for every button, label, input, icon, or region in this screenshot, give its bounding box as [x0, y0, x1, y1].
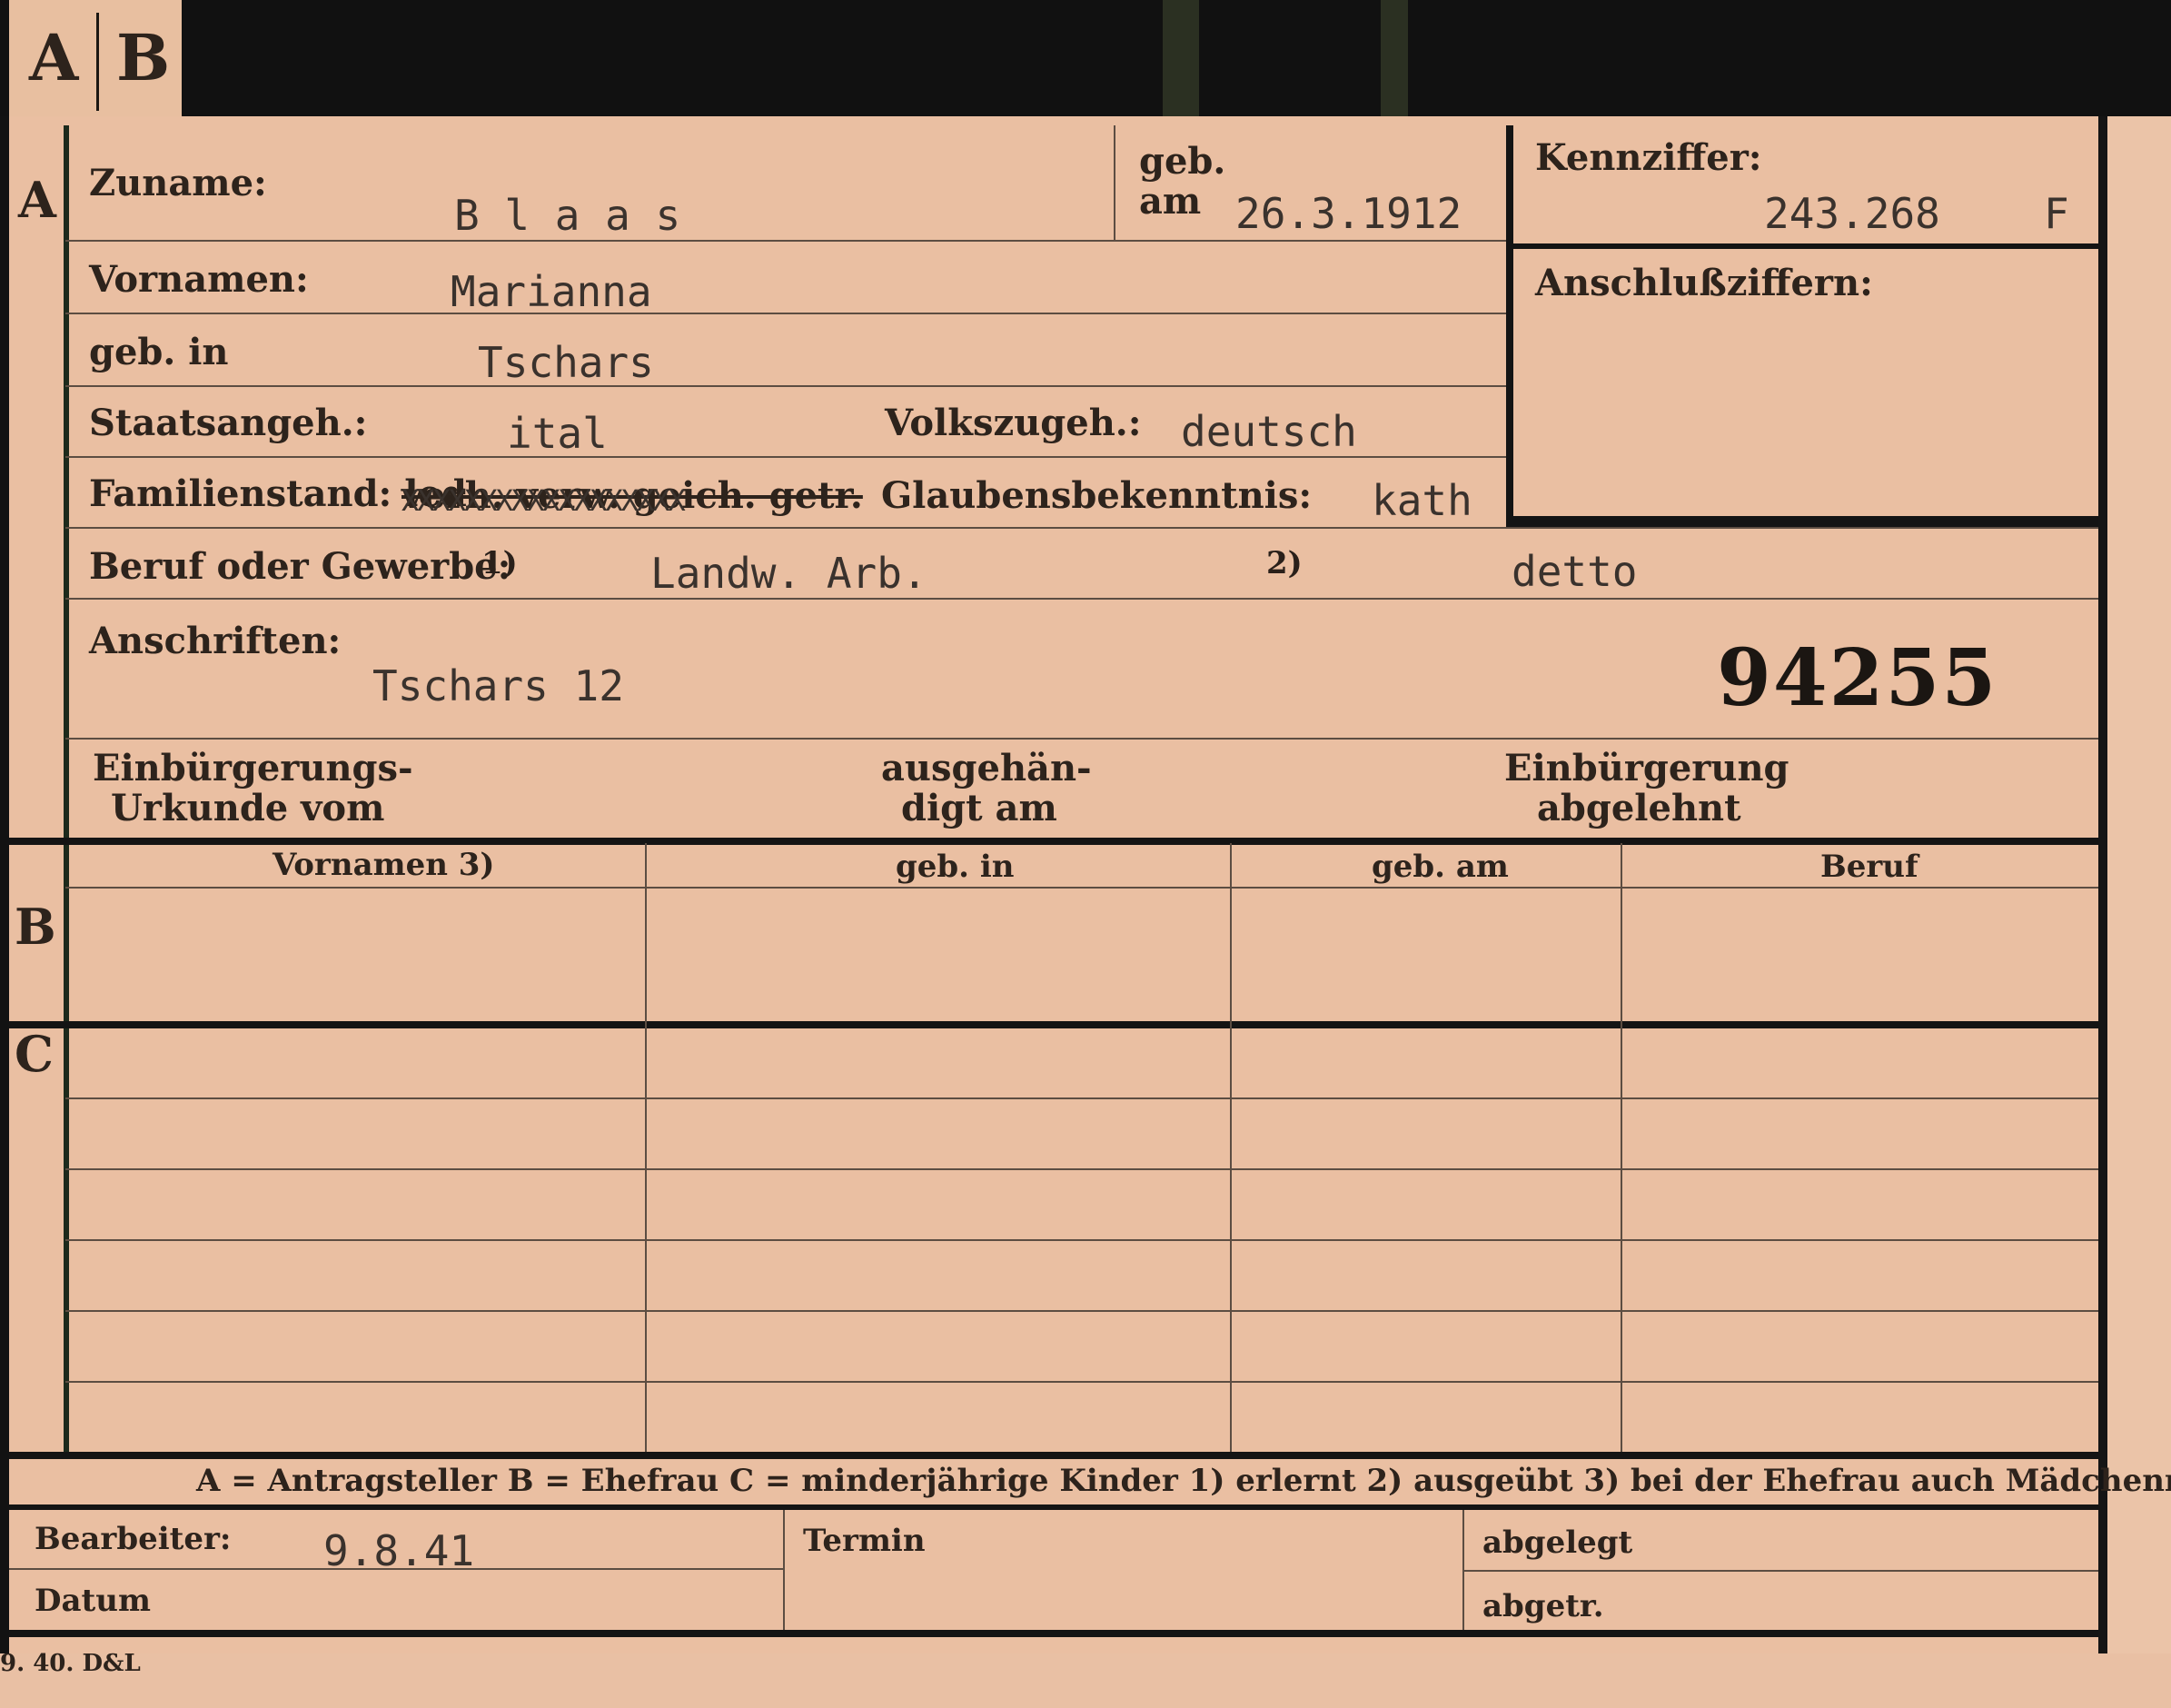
staatsangeh-label: Staatsangeh.:: [89, 402, 368, 444]
tab-divider: [96, 13, 99, 111]
footnote-1-marker: 1): [481, 545, 518, 581]
staatsangeh-value: ital: [507, 409, 608, 458]
rule-c-row-2: [65, 1168, 2098, 1170]
anschriften-label: Anschriften:: [89, 620, 342, 662]
rule-c-row-1: [65, 1097, 2098, 1099]
section-letter-b: B: [15, 898, 56, 956]
geb-in-label: geb. in: [89, 331, 229, 373]
einbuergerung-abgelehnt-label-1: Einbürgerung: [1504, 747, 1789, 789]
einbuergerungsurkunde-label-1: Einbürgerungs-: [93, 747, 413, 789]
rule-row-2: [65, 313, 1510, 314]
rule-legend-top: [9, 1452, 2098, 1459]
legend-text: A = Antragsteller B = Ehefrau C = minder…: [196, 1463, 2171, 1499]
top-edge-marks-2: [1381, 0, 1408, 116]
stamped-number: 94255: [1717, 632, 1998, 724]
rule-row-1: [65, 240, 1510, 242]
rule-col-3: [1230, 843, 1232, 1454]
geb-in-value: Tschars: [478, 338, 654, 387]
rule-kennziffer-divider: [1506, 125, 1513, 527]
glaubensbekenntnis-value: kath: [1372, 476, 1472, 525]
einbuergerung-abgelehnt-label-2: abgelehnt: [1537, 787, 1741, 829]
rule-table-header: [65, 887, 2098, 889]
table-header-vornamen: Vornamen 3): [273, 847, 495, 883]
zuname-value: B l a a s: [454, 191, 681, 240]
beruf-erlernt-value: Landw. Arb.: [650, 549, 927, 598]
section-letter-c: C: [15, 1025, 54, 1083]
table-header-geb-in: geb. in: [896, 849, 1015, 885]
table-header-beruf: Beruf: [1820, 849, 1918, 885]
top-background: [0, 0, 2171, 116]
rule-footer-right-mid: [1462, 1570, 2098, 1572]
card-index-tab: A B: [9, 0, 182, 118]
vornamen-value: Marianna: [451, 267, 652, 316]
kennziffer-label: Kennziffer:: [1535, 136, 1762, 179]
rule-section-b-top: [9, 838, 2098, 845]
einbuergerungsurkunde-label-2: Urkunde vom: [111, 787, 385, 829]
volkszugeh-value: deutsch: [1181, 407, 1357, 456]
tab-letter-a: A: [29, 20, 79, 95]
rule-section-c-top: [9, 1021, 2098, 1028]
volkszugeh-label: Volkszugeh.:: [885, 402, 1142, 444]
footnote-2-marker: 2): [1266, 545, 1303, 581]
rule-row-3: [65, 385, 1510, 387]
geb-label-line2: am: [1139, 180, 1202, 223]
glaubensbekenntnis-label: Glaubensbekenntnis:: [881, 474, 1313, 517]
rule-c-row-5: [65, 1381, 2098, 1383]
tab-letter-b: B: [116, 20, 171, 95]
kennziffer-value: 243.268: [1764, 189, 1940, 238]
datum-label: Datum: [35, 1583, 151, 1619]
zuname-label: Zuname:: [89, 162, 267, 204]
ausgehaendigt-label-1: ausgehän-: [881, 747, 1092, 789]
beruf-label: Beruf oder Gewerbe:: [89, 545, 511, 588]
abgelegt-label: abgelegt: [1482, 1524, 1633, 1561]
familienstand-overtype: XXXXXXXXXXXXXXXXXX: [401, 483, 686, 518]
rule-kennziffer-bottom: [1513, 243, 2098, 249]
geb-am-value: 26.3.1912: [1235, 189, 1462, 238]
print-code: 9. 40. D&L: [0, 1650, 141, 1677]
rule-footer-bottom: [9, 1630, 2098, 1637]
rule-footer-col-2: [783, 1510, 785, 1634]
beruf-ausgeuebt-value: detto: [1512, 547, 1638, 596]
rule-geb-divider: [1114, 125, 1115, 240]
vornamen-label: Vornamen:: [89, 258, 309, 301]
geb-label-line1: geb.: [1139, 140, 1226, 183]
rule-legend-bottom: [9, 1504, 2098, 1510]
rule-c-row-3: [65, 1239, 2098, 1241]
card-bottom-strip: [0, 1653, 2171, 1708]
anschrift-value: Tschars 12: [372, 661, 624, 710]
rule-col-4: [1621, 843, 1622, 1454]
rule-anschluss-bottom: [1513, 516, 2098, 527]
rule-row-4: [65, 456, 1510, 458]
termin-label: Termin: [803, 1523, 926, 1559]
kennziffer-suffix: F: [2044, 189, 2069, 238]
bearbeiter-label: Bearbeiter:: [35, 1521, 232, 1557]
left-margin-rule: [64, 125, 69, 1454]
ausgehaendigt-label-2: digt am: [901, 787, 1057, 829]
rule-col-2: [645, 843, 647, 1454]
abgetragen-label: abgetr.: [1482, 1588, 1604, 1624]
table-header-geb-am: geb. am: [1372, 849, 1509, 885]
rule-c-row-4: [65, 1310, 2098, 1312]
bearbeiter-value: 9.8.41: [323, 1526, 475, 1575]
rule-row-5: [65, 527, 2098, 529]
rule-row-6: [65, 598, 2098, 600]
rule-row-7: [65, 738, 2098, 740]
top-edge-marks: [1163, 0, 1199, 116]
anschlussziffern-label: Anschlußziffern:: [1535, 262, 1873, 304]
section-letter-a: A: [18, 171, 56, 229]
registration-card: A B C Zuname: B l a a s geb. am 26.3.191…: [9, 116, 2171, 1653]
rule-footer-col-3: [1462, 1510, 1464, 1634]
card-right-edge: [2107, 116, 2171, 1661]
